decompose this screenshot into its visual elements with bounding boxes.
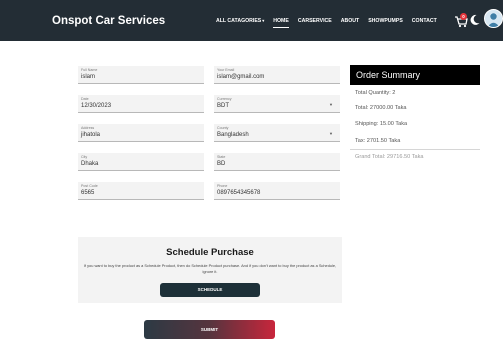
email-field[interactable]: Your Email islam@gmail.com	[214, 66, 340, 84]
total-quantity: Total Quantity: 2	[355, 90, 396, 96]
nav-link-showpumps[interactable]: SHOWPUMPS	[368, 18, 403, 28]
phone-field[interactable]: Phone 0897654345678	[214, 182, 340, 200]
state-field[interactable]: State BD	[214, 153, 340, 171]
address-field[interactable]: Address jihatola	[78, 124, 204, 142]
schedule-purchase-panel: Schedule Purchase If you want to buy the…	[78, 237, 342, 303]
moon-icon[interactable]	[470, 14, 480, 26]
nav-link-contact[interactable]: CONTACT	[412, 18, 437, 28]
summary-divider	[350, 149, 480, 150]
shipping-amount: Shipping: 15.00 Taka	[355, 121, 408, 127]
user-icon	[487, 13, 500, 27]
currency-select[interactable]: Currency BDT ▼	[214, 95, 340, 113]
full-name-field[interactable]: Full Name islam	[78, 66, 204, 84]
dropdown-arrow-icon: ▼	[329, 102, 333, 107]
tax-amount: Tax: 2701.50 Taka	[355, 138, 401, 144]
caret-down-icon: ▾	[262, 18, 265, 23]
total-amount: Total: 27000.00 Taka	[355, 105, 407, 111]
nav-link-about[interactable]: ABOUT	[341, 18, 359, 28]
schedule-description: If you want to buy the product as a Sche…	[83, 263, 337, 274]
user-avatar[interactable]	[484, 9, 503, 28]
nav-link-carservice[interactable]: CARSERVICE	[298, 18, 332, 28]
nav-links: ALL CATAGORIES▾ HOME CARSERVICE ABOUT SH…	[216, 18, 446, 28]
country-select[interactable]: County Bangladesh ▼	[214, 124, 340, 142]
brand-logo[interactable]: Onspot Car Services	[52, 15, 165, 27]
city-field[interactable]: City Dhaka	[78, 153, 204, 171]
nav-link-all-categories[interactable]: ALL CATAGORIES▾	[216, 18, 264, 28]
grand-total: Grand Total: 29716.50 Taka	[355, 154, 424, 160]
navbar: Onspot Car Services ALL CATAGORIES▾ HOME…	[0, 0, 503, 41]
schedule-button[interactable]: SCHEDULE	[160, 283, 260, 297]
nav-link-home[interactable]: HOME	[273, 18, 289, 28]
dropdown-arrow-icon: ▼	[329, 131, 333, 136]
order-summary-title: Order Summary	[350, 65, 480, 85]
post-code-field[interactable]: Post Code 6565	[78, 182, 204, 200]
submit-button[interactable]: SUBMIT	[144, 320, 275, 339]
cart-count-badge: 0	[460, 13, 467, 20]
date-field[interactable]: Date 12/30/2023	[78, 95, 204, 113]
schedule-title: Schedule Purchase	[166, 247, 254, 258]
